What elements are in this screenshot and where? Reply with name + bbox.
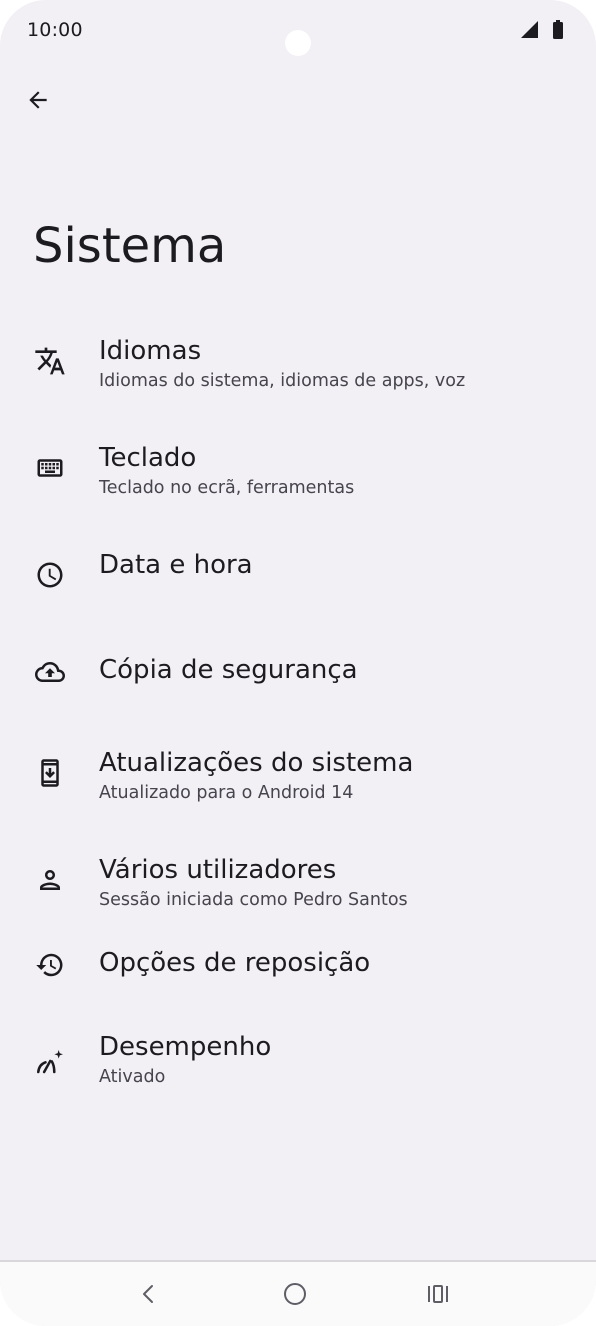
navigation-bar [0,1262,596,1326]
setting-item-copia-seguranca[interactable]: Cópia de segurança [0,639,596,739]
cloud-upload-icon [32,654,68,690]
arrow-back-icon [29,91,47,109]
keyboard-icon [32,450,68,486]
setting-title: Atualizações do sistema [99,748,414,778]
setting-item-varios-utilizadores[interactable]: Vários utilizadores Sessão iniciada como… [0,837,596,937]
nav-back-button[interactable] [120,1270,176,1318]
setting-title: Vários utilizadores [99,855,337,885]
setting-title: Opções de reposição [99,948,371,978]
speed-sparkle-icon [32,1044,68,1080]
translate-icon [32,343,68,379]
battery-icon [553,20,563,39]
history-icon [32,947,68,983]
setting-title: Cópia de segurança [99,655,358,685]
recents-nav-icon [428,1285,448,1303]
setting-item-teclado[interactable]: Teclado Teclado no ecrã, ferramentas [0,425,596,525]
signal-icon [521,21,538,38]
setting-item-atualizacoes[interactable]: Atualizações do sistema Atualizado para … [0,730,596,830]
setting-title: Idiomas [99,336,202,366]
home-nav-icon [284,1283,306,1305]
back-button[interactable] [14,76,62,124]
status-time: 10:00 [27,19,83,41]
setting-item-idiomas[interactable]: Idiomas Idiomas do sistema, idiomas de a… [0,318,596,418]
clock-icon [32,557,68,593]
person-icon [32,862,68,898]
nav-recents-button[interactable] [410,1270,466,1318]
setting-item-desempenho[interactable]: Desempenho Ativado [0,1028,596,1128]
setting-summary: Ativado [99,1067,166,1087]
phone-screen: 10:00 Sistema Idiomas Idiomas do sistema… [0,0,596,1326]
setting-summary: Idiomas do sistema, idiomas de apps, voz [99,371,466,391]
system-update-icon [32,755,68,791]
setting-title: Desempenho [99,1032,272,1062]
camera-cutout [285,30,311,56]
page-title: Sistema [33,218,227,274]
setting-title: Teclado [99,443,197,473]
status-bar: 10:00 [0,0,596,62]
setting-summary: Atualizado para o Android 14 [99,783,354,803]
nav-home-button[interactable] [267,1270,323,1318]
setting-item-data-hora[interactable]: Data e hora [0,532,596,632]
setting-summary: Sessão iniciada como Pedro Santos [99,890,408,910]
back-nav-icon [143,1285,153,1303]
setting-summary: Teclado no ecrã, ferramentas [99,478,355,498]
setting-title: Data e hora [99,550,253,580]
